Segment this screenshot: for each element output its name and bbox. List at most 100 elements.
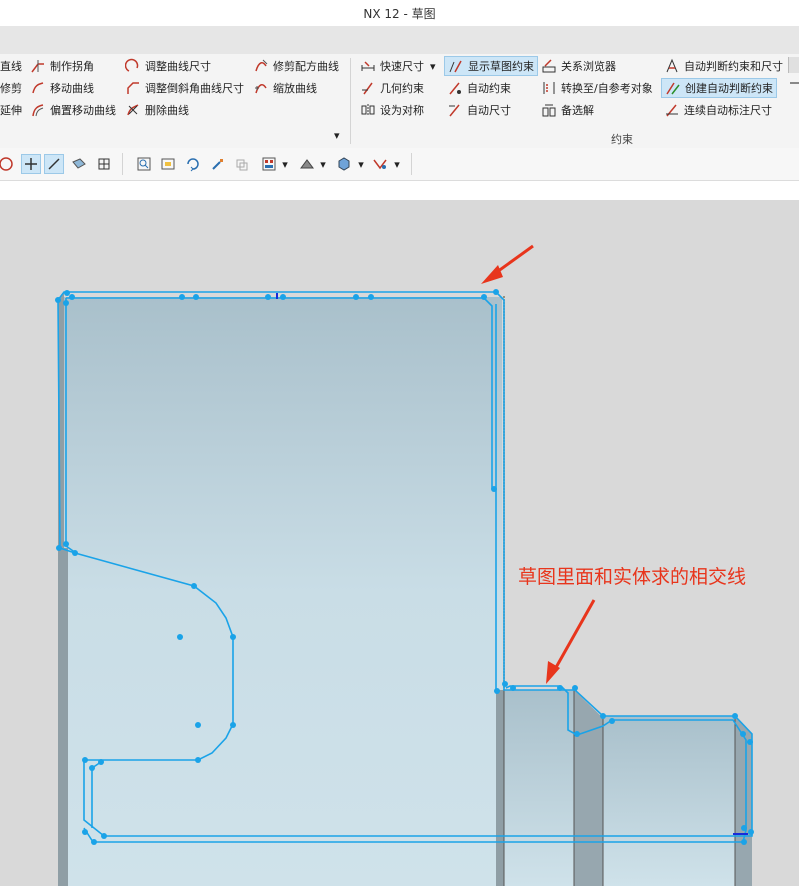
delete-curve-label: 删除曲线 bbox=[145, 104, 189, 117]
view-icon[interactable] bbox=[69, 154, 89, 174]
continuous-auto-dimension-icon bbox=[666, 104, 678, 117]
more-glyph: ▾ bbox=[334, 128, 340, 142]
delete-curve-command[interactable]: 删除曲线 bbox=[125, 101, 189, 119]
layout-icon[interactable] bbox=[259, 154, 279, 174]
auto-dimension-label: 自动尺寸 bbox=[467, 104, 511, 117]
group-separator bbox=[350, 58, 351, 144]
move-curve-command[interactable]: 移动曲线 bbox=[30, 79, 94, 97]
window-title: NX 12 - 草图 bbox=[363, 7, 436, 21]
resource-bar bbox=[0, 181, 799, 200]
create-inferred-constraints-icon bbox=[666, 82, 680, 95]
auto-dimension-icon bbox=[449, 104, 460, 117]
solid-dropdown[interactable]: ▾ bbox=[356, 154, 366, 174]
line-icon[interactable] bbox=[44, 154, 64, 174]
make-symmetric-command[interactable]: 设为对称 bbox=[360, 101, 424, 119]
dropdown-glyph: ▾ bbox=[394, 157, 400, 171]
dropdown-glyph: ▾ bbox=[358, 157, 364, 171]
scale-curve-icon bbox=[255, 84, 267, 94]
red-arrow-bottom bbox=[552, 599, 596, 672]
fit-icon[interactable] bbox=[158, 154, 178, 174]
create-inferred-constraints-label: 创建自动判断约束 bbox=[685, 82, 773, 95]
render-dropdown[interactable]: ▾ bbox=[318, 154, 328, 174]
convert-reference-icon bbox=[543, 82, 555, 94]
graphics-canvas[interactable] bbox=[0, 200, 799, 886]
show-constraints-icon bbox=[449, 60, 462, 73]
infer-constraints-dimensions-command[interactable]: 自动判断约束和尺寸 bbox=[664, 57, 783, 75]
resize-curve-icon bbox=[125, 58, 139, 72]
rotate-icon[interactable] bbox=[183, 154, 203, 174]
solid-icon[interactable] bbox=[334, 154, 354, 174]
edit-curve-more-button[interactable]: ▾ bbox=[334, 126, 344, 144]
layout-dropdown[interactable]: ▾ bbox=[280, 154, 290, 174]
trim-recipe-curve-label: 修剪配方曲线 bbox=[273, 60, 339, 73]
rapid-dimension-label: 快速尺寸 bbox=[380, 60, 424, 73]
alternate-solution-icon bbox=[542, 104, 556, 117]
geometric-constraints-icon bbox=[362, 82, 373, 95]
ribbon: 直线 修剪 延伸 制作拐角 移动曲线 偏置移动曲线 调整曲线尺寸 调整倒斜角曲线… bbox=[0, 54, 799, 149]
brush-icon[interactable] bbox=[208, 154, 228, 174]
move-curve-icon bbox=[32, 82, 44, 94]
layer-icon[interactable] bbox=[232, 154, 252, 174]
rapid-dimension-command[interactable]: 快速尺寸 ▾ bbox=[360, 57, 436, 75]
view-toolbar: ▾ ▾ ▾ ▾ bbox=[0, 148, 799, 181]
line-command[interactable]: 直线 bbox=[0, 57, 22, 75]
dropdown-glyph: ▾ bbox=[282, 157, 288, 171]
continuous-auto-dimension-label: 连续自动标注尺寸 bbox=[684, 104, 772, 117]
create-inferred-constraints-command[interactable]: 创建自动判断约束 bbox=[661, 78, 777, 98]
render-icon[interactable] bbox=[297, 154, 317, 174]
toolbar-separator bbox=[122, 153, 123, 175]
show-sketch-constraints-command[interactable]: 显示草图约束 bbox=[444, 56, 538, 76]
annotation-label: 草图里面和实体求的相交线 bbox=[518, 566, 747, 588]
crosshair-icon[interactable] bbox=[21, 154, 41, 174]
red-arrow-top-head bbox=[481, 265, 503, 284]
extend-command[interactable]: 延伸 bbox=[0, 101, 22, 119]
solid-step-1 bbox=[504, 690, 574, 886]
extend-label: 延伸 bbox=[0, 104, 22, 117]
auto-dimension-command[interactable]: 自动尺寸 bbox=[447, 101, 511, 119]
solid-chamfer-face bbox=[574, 690, 603, 886]
infer-constraints-dimensions-label: 自动判断约束和尺寸 bbox=[684, 60, 783, 73]
solid-body bbox=[58, 292, 752, 886]
trim-command[interactable]: 修剪 bbox=[0, 79, 22, 97]
offset-move-curve-label: 偏置移动曲线 bbox=[50, 104, 116, 117]
grid-icon[interactable] bbox=[94, 154, 114, 174]
circle-icon[interactable] bbox=[0, 154, 16, 174]
offset-move-curve-icon bbox=[32, 104, 44, 117]
dropdown-glyph: ▾ bbox=[320, 157, 326, 171]
solid-step-2 bbox=[603, 716, 735, 886]
scale-curve-command[interactable]: 缩放曲线 bbox=[253, 79, 317, 97]
convert-reference-command[interactable]: 转换至/自参考对象 bbox=[541, 79, 653, 97]
relations-browser-command[interactable]: 关系浏览器 bbox=[541, 57, 616, 75]
auto-constrain-command[interactable]: 自动约束 bbox=[447, 79, 511, 97]
toolbar-separator bbox=[411, 153, 412, 175]
show-sketch-constraints-label: 显示草图约束 bbox=[468, 60, 534, 73]
solid-left-edge bbox=[58, 548, 68, 886]
line-label: 直线 bbox=[0, 60, 22, 73]
menu-bar bbox=[0, 26, 799, 54]
resize-chamfer-command[interactable]: 调整倒斜角曲线尺寸 bbox=[125, 79, 244, 97]
trim-recipe-curve-command[interactable]: 修剪配方曲线 bbox=[253, 57, 339, 75]
relations-browser-icon bbox=[542, 59, 556, 73]
resize-chamfer-label: 调整倒斜角曲线尺寸 bbox=[145, 82, 244, 95]
offset-move-curve-command[interactable]: 偏置移动曲线 bbox=[30, 101, 116, 119]
infer-constraints-icon bbox=[666, 58, 678, 73]
make-symmetric-icon bbox=[361, 104, 375, 116]
resize-curve-command[interactable]: 调整曲线尺寸 bbox=[125, 57, 211, 75]
make-corner-label: 制作拐角 bbox=[50, 60, 94, 73]
continuous-auto-dimension-command[interactable]: 连续自动标注尺寸 bbox=[664, 101, 772, 119]
filter-dropdown[interactable]: ▾ bbox=[392, 154, 402, 174]
geometric-constraints-command[interactable]: 几何约束 bbox=[360, 79, 424, 97]
auto-constrain-label: 自动约束 bbox=[467, 82, 511, 95]
relations-browser-label: 关系浏览器 bbox=[561, 60, 616, 73]
rapid-dimension-dropdown[interactable]: ▾ bbox=[430, 60, 436, 73]
make-corner-command[interactable]: 制作拐角 bbox=[30, 57, 94, 75]
cutoff-icon[interactable] bbox=[788, 57, 799, 73]
alternate-solution-command[interactable]: 备选解 bbox=[541, 101, 594, 119]
resize-chamfer-icon bbox=[127, 82, 139, 94]
zoom-icon[interactable] bbox=[134, 154, 154, 174]
title-bar: NX 12 - 草图 bbox=[0, 0, 799, 26]
trim-label: 修剪 bbox=[0, 82, 22, 95]
filter-icon[interactable] bbox=[370, 154, 390, 174]
trim-recipe-curve-icon bbox=[255, 59, 268, 72]
move-curve-label: 移动曲线 bbox=[50, 82, 94, 95]
